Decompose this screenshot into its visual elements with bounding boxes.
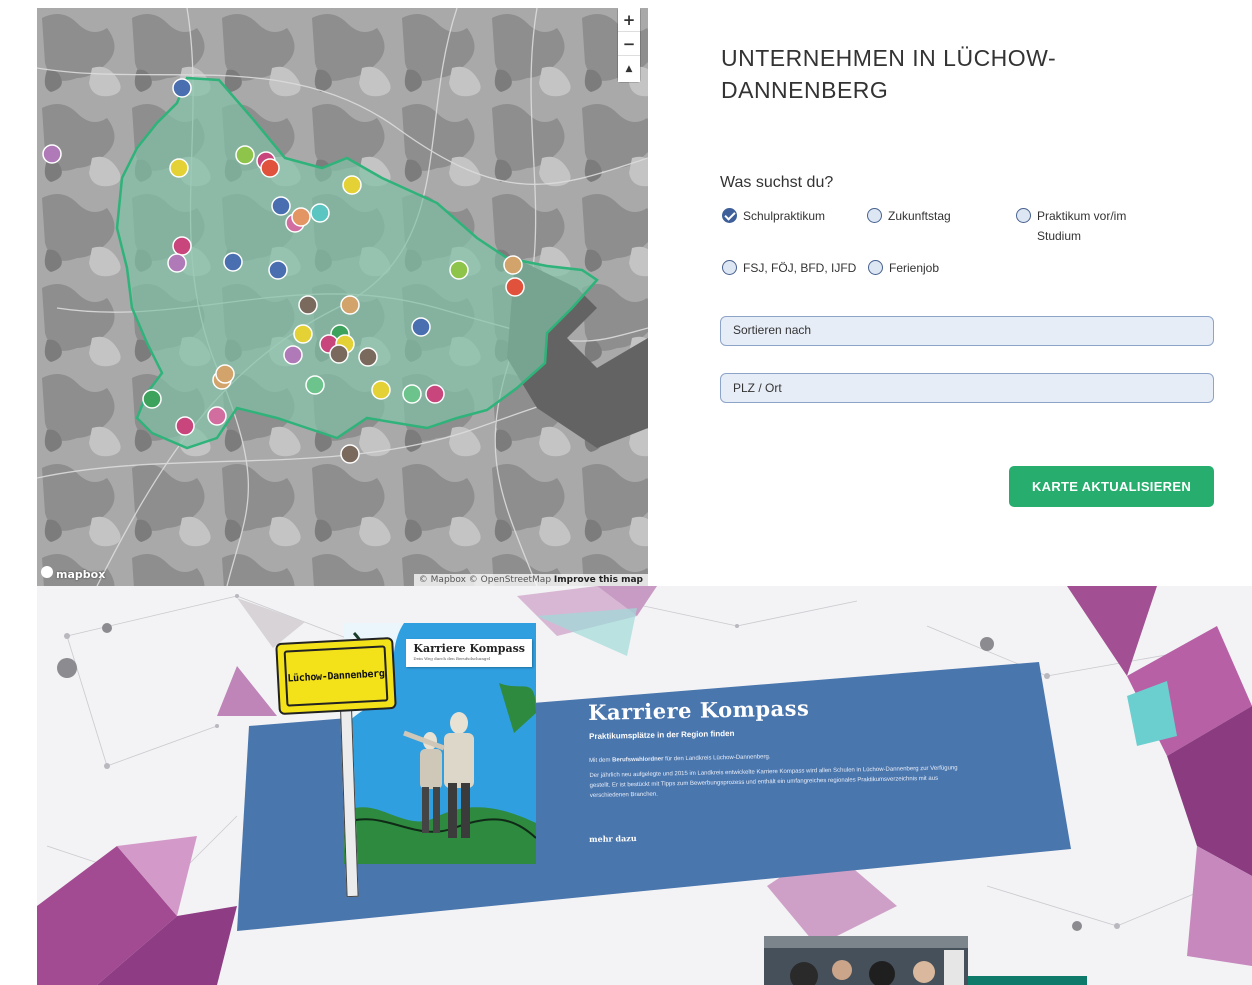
improve-map-link[interactable]: Improve this map [554, 575, 643, 585]
map-marker[interactable] [283, 345, 303, 365]
banner-title: Karriere Kompass [588, 695, 810, 725]
map-canvas[interactable] [37, 8, 648, 586]
map-marker[interactable] [340, 295, 360, 315]
location-input[interactable] [720, 373, 1214, 403]
map-marker[interactable] [260, 158, 280, 178]
checkbox-icon[interactable] [868, 260, 883, 275]
option-schulpraktikum[interactable]: Schulpraktikum [722, 206, 825, 226]
map-attribution: © Mapbox © OpenStreetMap Improve this ma… [413, 574, 648, 586]
map-marker[interactable] [175, 416, 195, 436]
checkbox-icon[interactable] [1016, 208, 1031, 223]
event-photo[interactable] [764, 936, 968, 985]
option-label: Schulpraktikum [743, 209, 826, 223]
attribution-mapbox-link[interactable]: © Mapbox [419, 575, 466, 585]
map-view[interactable]: + − ▲ mapbox © Mapbox © OpenStreetMap Im… [37, 8, 648, 586]
map-marker[interactable] [449, 260, 469, 280]
map-marker[interactable] [411, 317, 431, 337]
zoom-out-button[interactable]: − [618, 32, 640, 56]
checkbox-icon[interactable] [722, 260, 737, 275]
option-label: Praktikum vor/im Studium [1037, 209, 1127, 243]
map-marker[interactable] [342, 175, 362, 195]
map-marker[interactable] [305, 375, 325, 395]
option-label: Zukunftstag [888, 209, 951, 223]
book-title: Karriere Kompass Dein Weg durch den Beruf… [406, 639, 532, 667]
map-marker[interactable] [340, 444, 360, 464]
town-sign-text: Lüchow-Dannenberg [283, 645, 389, 707]
zoom-in-button[interactable]: + [618, 8, 640, 32]
more-info-link[interactable]: mehr dazu [589, 833, 637, 844]
map-marker[interactable] [42, 144, 62, 164]
map-marker[interactable] [268, 260, 288, 280]
karriere-kompass-banner: Karriere Kompass Dein Weg durch den Beruf… [37, 586, 1252, 985]
map-marker[interactable] [172, 78, 192, 98]
map-marker[interactable] [142, 389, 162, 409]
option-label: FSJ, FÖJ, BFD, IJFD [743, 261, 857, 275]
banner-description: Mit dem Berufswahlordner für den Landkre… [589, 748, 970, 806]
map-marker[interactable] [291, 207, 311, 227]
attribution-osm-link[interactable]: © OpenStreetMap [469, 575, 551, 585]
town-sign: Lüchow-Dannenberg [275, 636, 397, 716]
search-question-label: Was suchst du? [720, 174, 834, 191]
checkbox-checked-icon[interactable] [722, 208, 737, 223]
page-title: UNTERNEHMEN IN LÜCHOW-DANNENBERG [721, 45, 1057, 103]
map-marker[interactable] [503, 255, 523, 275]
banner-paragraph-2: Der jährlich neu aufgelegte und 2015 im … [589, 765, 958, 799]
option-ferienjob[interactable]: Ferienjob [868, 258, 939, 278]
map-marker[interactable] [358, 347, 378, 367]
mapbox-logo[interactable]: mapbox [41, 566, 105, 581]
sort-select[interactable]: Sortieren nach [720, 316, 1214, 346]
map-marker[interactable] [425, 384, 445, 404]
map-navigation-control: + − ▲ [618, 8, 640, 82]
map-marker[interactable] [293, 324, 313, 344]
map-marker[interactable] [223, 252, 243, 272]
map-marker[interactable] [271, 196, 291, 216]
map-marker[interactable] [172, 236, 192, 256]
map-marker[interactable] [235, 145, 255, 165]
map-marker[interactable] [167, 253, 187, 273]
map-marker[interactable] [215, 364, 235, 384]
map-marker[interactable] [505, 277, 525, 297]
compass-button[interactable]: ▲ [618, 56, 640, 82]
map-marker[interactable] [298, 295, 318, 315]
map-marker[interactable] [207, 406, 227, 426]
update-map-button[interactable]: KARTE AKTUALISIEREN [1009, 466, 1214, 507]
filter-panel: UNTERNEHMEN IN LÜCHOW-DANNENBERG Was suc… [670, 0, 1252, 586]
option-fsj[interactable]: FSJ, FÖJ, BFD, IJFD [722, 258, 856, 278]
map-marker[interactable] [310, 203, 330, 223]
map-marker[interactable] [329, 344, 349, 364]
map-marker[interactable] [371, 380, 391, 400]
option-label: Ferienjob [889, 261, 940, 275]
checkbox-icon[interactable] [867, 208, 882, 223]
option-zukunftstag[interactable]: Zukunftstag [867, 206, 951, 226]
option-praktikum-studium[interactable]: Praktikum vor/im Studium [1016, 206, 1166, 246]
map-marker[interactable] [169, 158, 189, 178]
mapbox-logo-icon [41, 566, 53, 578]
map-marker[interactable] [402, 384, 422, 404]
